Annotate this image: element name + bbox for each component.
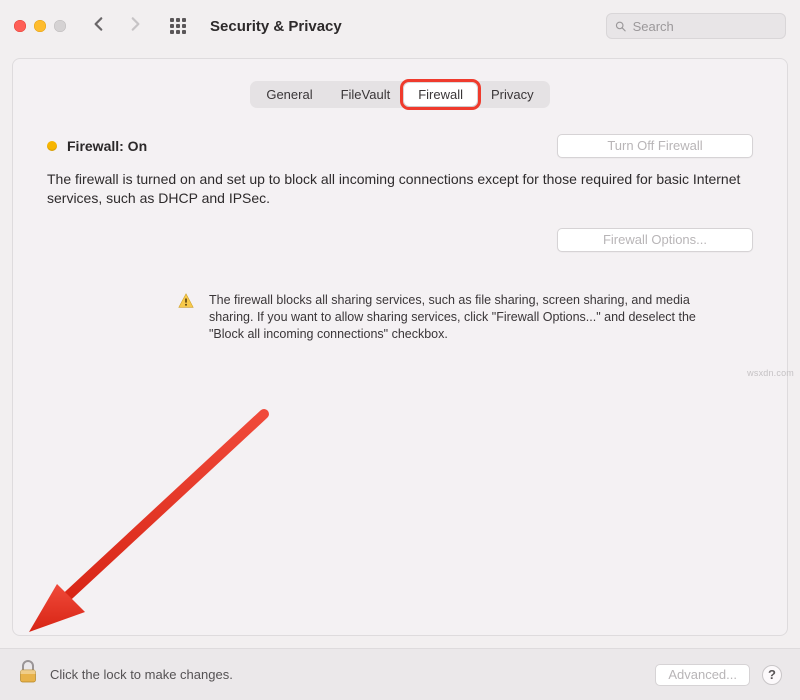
forward-button[interactable]	[126, 15, 144, 38]
all-preferences-button[interactable]	[170, 18, 186, 34]
security-privacy-window: Security & Privacy General FileVault Fir…	[0, 0, 800, 700]
close-window-button[interactable]	[14, 20, 26, 32]
tab-filevault[interactable]: FileVault	[327, 83, 405, 106]
warning-icon	[177, 292, 195, 343]
tab-privacy[interactable]: Privacy	[477, 83, 548, 106]
nav-controls	[90, 15, 144, 38]
window-controls	[14, 20, 66, 32]
search-input[interactable]	[633, 19, 777, 34]
preference-pane: General FileVault Firewall Privacy Firew…	[12, 58, 788, 636]
firewall-status-label: Firewall: On	[67, 138, 547, 154]
tab-firewall[interactable]: Firewall	[404, 83, 477, 106]
status-dot-icon	[47, 141, 57, 151]
lock-button[interactable]	[18, 659, 38, 690]
firewall-description: The firewall is turned on and set up to …	[47, 170, 753, 208]
firewall-note-text: The firewall blocks all sharing services…	[209, 292, 713, 343]
maximize-window-button[interactable]	[54, 20, 66, 32]
window-title: Security & Privacy	[210, 18, 342, 35]
lock-icon	[18, 659, 38, 685]
firewall-options-button[interactable]: Firewall Options...	[557, 228, 753, 252]
tab-general[interactable]: General	[252, 83, 326, 106]
watermark-text: wsxdn.com	[747, 368, 794, 378]
lock-hint-text: Click the lock to make changes.	[50, 667, 643, 682]
help-button[interactable]: ?	[762, 665, 782, 685]
chevron-right-icon	[126, 15, 144, 33]
segmented-control: General FileVault Firewall Privacy	[250, 81, 549, 108]
search-field[interactable]	[606, 13, 786, 39]
search-icon	[615, 20, 627, 33]
tab-bar: General FileVault Firewall Privacy	[47, 81, 753, 108]
turn-off-firewall-button[interactable]: Turn Off Firewall	[557, 134, 753, 158]
firewall-note: The firewall blocks all sharing services…	[177, 292, 713, 343]
back-button[interactable]	[90, 15, 108, 38]
annotation-arrow-icon	[9, 394, 289, 639]
window-toolbar: Security & Privacy	[0, 0, 800, 52]
advanced-button[interactable]: Advanced...	[655, 664, 750, 686]
firewall-status-row: Firewall: On Turn Off Firewall	[47, 134, 753, 158]
footer-bar: Click the lock to make changes. Advanced…	[0, 648, 800, 700]
minimize-window-button[interactable]	[34, 20, 46, 32]
options-row: Firewall Options...	[47, 228, 753, 252]
chevron-left-icon	[90, 15, 108, 33]
